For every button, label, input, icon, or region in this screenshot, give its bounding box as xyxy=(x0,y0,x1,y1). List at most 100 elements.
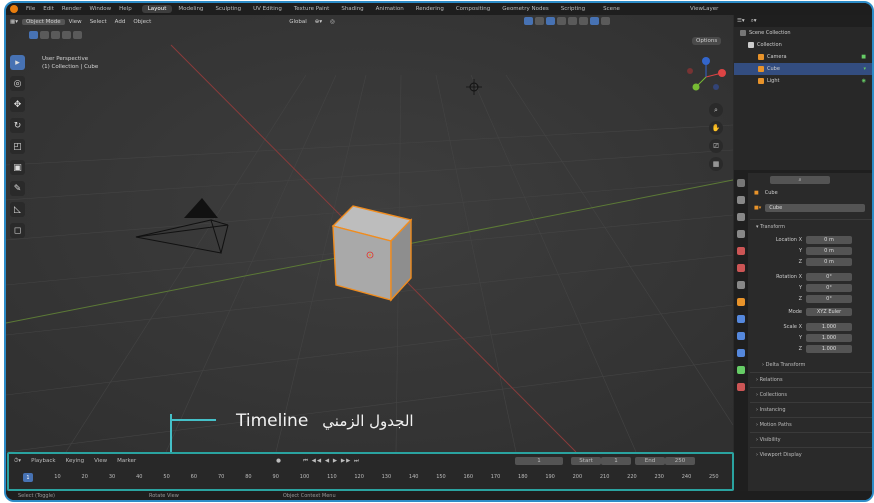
rotate-icon[interactable]: ↻ xyxy=(10,118,25,133)
physics-tab-icon[interactable] xyxy=(737,349,745,357)
instancing-header[interactable]: › Instancing xyxy=(750,402,872,417)
view-toggle-icons[interactable] xyxy=(519,16,615,27)
collections-header[interactable]: › Collections xyxy=(750,387,872,402)
timeline-menu-marker[interactable]: Marker xyxy=(112,458,141,464)
tab-animation[interactable]: Animation xyxy=(370,5,410,13)
measure-icon[interactable]: ◺ xyxy=(10,202,25,217)
timeline-frame-ruler[interactable]: 1102030405060708090100110120130140150160… xyxy=(9,474,732,484)
tab-texture-paint[interactable]: Texture Paint xyxy=(288,5,336,13)
outliner-row-cube[interactable]: Cube ▾ xyxy=(734,63,872,75)
scene-tab-icon[interactable] xyxy=(737,247,745,255)
outliner-row-camera[interactable]: Camera ■ xyxy=(734,51,872,63)
menu-help[interactable]: Help xyxy=(115,6,136,12)
visibility-header[interactable]: › Visibility xyxy=(750,432,872,447)
end-frame-field[interactable]: 250 xyxy=(665,457,696,465)
outliner-row-scene-collection[interactable]: Scene Collection xyxy=(734,27,872,39)
scale-icon[interactable]: ◰ xyxy=(10,139,25,154)
location-x-field[interactable]: 0 m xyxy=(806,235,852,244)
viewport-display-header[interactable]: › Viewport Display xyxy=(750,447,872,462)
tab-scripting[interactable]: Scripting xyxy=(555,5,591,13)
viewport-menu-object[interactable]: Object xyxy=(129,19,155,25)
playhead-indicator[interactable]: 1 xyxy=(23,473,33,482)
select-mode-buttons[interactable] xyxy=(28,31,83,39)
tab-shading[interactable]: Shading xyxy=(335,5,369,13)
rotation-z-field[interactable]: 0° xyxy=(806,294,852,303)
auto-key-icon[interactable]: ● xyxy=(271,458,286,464)
tab-compositing[interactable]: Compositing xyxy=(450,5,496,13)
location-z-field[interactable]: 0 m xyxy=(806,257,852,266)
modifier-tab-icon[interactable] xyxy=(737,315,745,323)
add-cube-icon[interactable]: ◻ xyxy=(10,223,25,238)
tab-layout[interactable]: Layout xyxy=(141,5,173,13)
properties-search[interactable]: ⌕ xyxy=(750,173,872,187)
timeline-editor[interactable]: ⏱▾ Playback Keying View Marker ● ⏮ ◀◀ ◀ … xyxy=(7,452,734,491)
tab-modeling[interactable]: Modeling xyxy=(172,5,209,13)
object-name-field[interactable]: Cube xyxy=(765,203,866,212)
outliner-search-icon[interactable]: ⌕▾ xyxy=(748,18,760,25)
start-frame-field[interactable]: 1 xyxy=(601,457,632,465)
rotation-x-field[interactable]: 0° xyxy=(806,272,852,281)
outliner-row-collection[interactable]: Collection xyxy=(734,39,872,51)
collection-tab-icon[interactable] xyxy=(737,281,745,289)
viewport-header: ▦▾ Object Mode View Select Add Object Gl… xyxy=(6,15,733,28)
tab-geometry-nodes[interactable]: Geometry Nodes xyxy=(496,5,554,13)
camera-view-icon[interactable]: ⎚ xyxy=(709,139,723,153)
timeline-menu-view[interactable]: View xyxy=(89,458,112,464)
tab-uv-editing[interactable]: UV Editing xyxy=(247,5,288,13)
3d-viewport[interactable]: ▦▾ Object Mode View Select Add Object Gl… xyxy=(6,15,733,452)
viewport-menu-add[interactable]: Add xyxy=(111,19,130,25)
zoom-icon[interactable]: ⌕ xyxy=(709,103,723,117)
scale-z-field[interactable]: 1.000 xyxy=(806,344,852,353)
proportional-icon[interactable]: ◎ xyxy=(326,19,339,25)
rotation-y-field[interactable]: 0° xyxy=(806,283,852,292)
view-layer-tab-icon[interactable] xyxy=(737,230,745,238)
viewlayer-selector[interactable]: ViewLayer xyxy=(686,6,722,12)
timeline-menu-keying[interactable]: Keying xyxy=(61,458,89,464)
relations-header[interactable]: › Relations xyxy=(750,372,872,387)
location-y-field[interactable]: 0 m xyxy=(806,246,852,255)
timeline-editor-type-icon[interactable]: ⏱▾ xyxy=(9,458,26,465)
viewport-menu-view[interactable]: View xyxy=(65,19,86,25)
scene-selector[interactable]: Scene xyxy=(599,6,624,12)
motion-paths-header[interactable]: › Motion Paths xyxy=(750,417,872,432)
playback-controls[interactable]: ⏮ ◀◀ ◀ ▶ ▶▶ ⏭ xyxy=(298,458,365,465)
select-box-icon[interactable]: ▸ xyxy=(10,55,25,70)
data-tab-icon[interactable] xyxy=(737,366,745,374)
move-icon[interactable]: ✥ xyxy=(10,97,25,112)
menu-render[interactable]: Render xyxy=(58,6,86,12)
mode-selector[interactable]: Object Mode xyxy=(21,18,65,25)
rotation-mode-select[interactable]: XYZ Euler xyxy=(806,307,852,316)
pan-hand-icon[interactable]: ✋ xyxy=(709,121,723,135)
menu-file[interactable]: File xyxy=(22,6,39,12)
transform-orientation[interactable]: Global xyxy=(285,19,311,25)
annotate-icon[interactable]: ✎ xyxy=(10,181,25,196)
menu-edit[interactable]: Edit xyxy=(39,6,58,12)
particles-tab-icon[interactable] xyxy=(737,332,745,340)
outliner-row-light[interactable]: Light ◉ xyxy=(734,75,872,87)
transform-panel-header[interactable]: ▾ Transform xyxy=(750,219,872,234)
tab-rendering[interactable]: Rendering xyxy=(410,5,450,13)
outliner-editor-icon[interactable]: ☰▾ xyxy=(734,18,748,24)
transform-icon[interactable]: ▣ xyxy=(10,160,25,175)
editor-type-icon[interactable]: ▦▾ xyxy=(6,19,22,25)
tool-tab-icon[interactable] xyxy=(737,179,745,187)
viewport-menu-select[interactable]: Select xyxy=(86,19,111,25)
tab-sculpting[interactable]: Sculpting xyxy=(209,5,247,13)
options-button[interactable]: Options xyxy=(692,37,722,45)
scale-x-field[interactable]: 1.000 xyxy=(806,322,852,331)
snap-icon[interactable]: ⊕▾ xyxy=(311,19,326,25)
material-tab-icon[interactable] xyxy=(737,383,745,391)
world-tab-icon[interactable] xyxy=(737,264,745,272)
properties-search-input[interactable]: ⌕ xyxy=(770,176,830,184)
scale-y-field[interactable]: 1.000 xyxy=(806,333,852,342)
timeline-menu-playback[interactable]: Playback xyxy=(26,458,61,464)
cursor-icon[interactable]: ◎ xyxy=(10,76,25,91)
delta-transform-header[interactable]: › Delta Transform xyxy=(750,358,872,372)
object-tab-icon[interactable] xyxy=(737,298,745,306)
render-tab-icon[interactable] xyxy=(737,196,745,204)
grid-view-icon[interactable]: ▦ xyxy=(709,157,723,171)
menu-window[interactable]: Window xyxy=(85,6,115,12)
output-tab-icon[interactable] xyxy=(737,213,745,221)
blender-logo-icon[interactable] xyxy=(10,5,18,13)
current-frame-field[interactable]: 1 xyxy=(515,457,564,465)
